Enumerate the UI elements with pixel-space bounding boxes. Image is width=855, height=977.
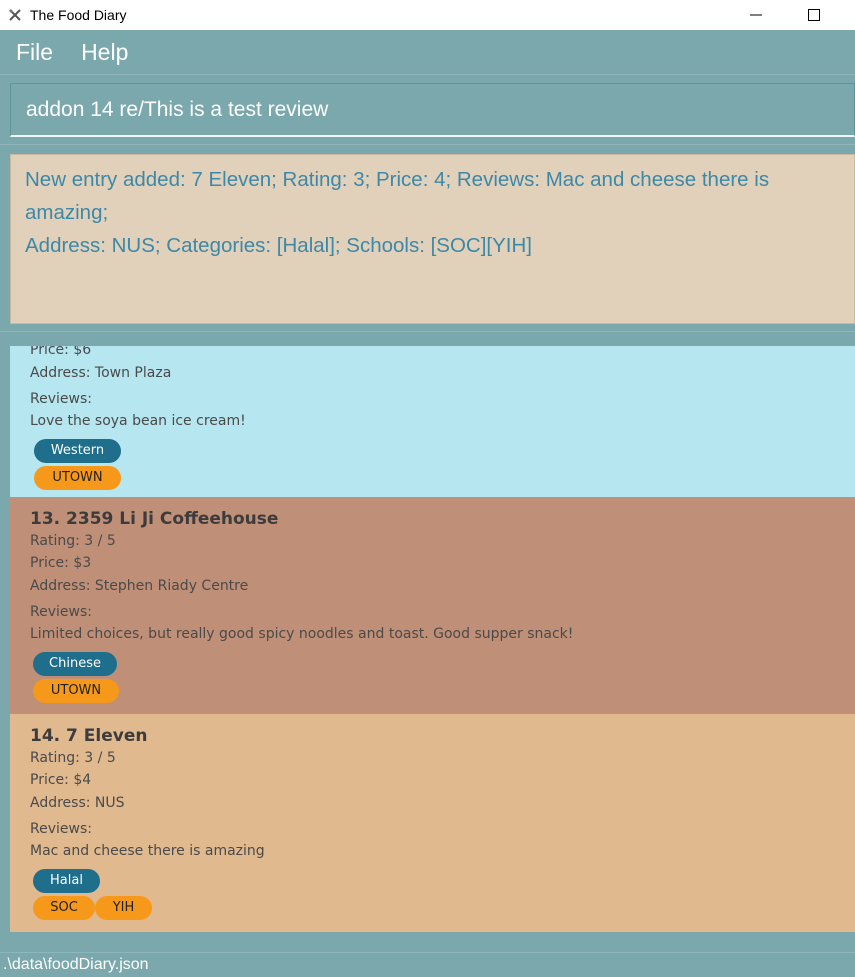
school-tags: SOC YIH	[30, 896, 855, 923]
entry-rating: Rating: 3 / 5	[30, 533, 116, 549]
entry-review: Limited choices, but really good spicy n…	[30, 626, 574, 642]
storage-path: .\data\foodDiary.json	[3, 956, 149, 973]
entry-card[interactable]: 14. 7 Eleven Rating: 3 / 5 Price: $4 Add…	[10, 714, 855, 932]
category-tags: Western	[30, 439, 855, 466]
entry-price: Price: $6	[30, 346, 92, 358]
entry-card[interactable]: Price: $6 Address: Town Plaza Reviews: L…	[10, 346, 855, 497]
title-bar: The Food Diary	[0, 0, 855, 30]
food-diary-icon	[8, 8, 22, 22]
minimize-button[interactable]	[733, 0, 779, 30]
status-bar: .\data\foodDiary.json	[0, 952, 855, 976]
category-tags: Chinese	[30, 652, 855, 679]
window-title: The Food Diary	[30, 7, 127, 23]
maximize-icon	[808, 9, 820, 21]
menu-help[interactable]: Help	[63, 30, 138, 75]
category-tags: Halal	[30, 869, 855, 896]
result-display[interactable]: New entry added: 7 Eleven; Rating: 3; Pr…	[10, 154, 855, 324]
menu-file[interactable]: File	[0, 30, 63, 75]
maximize-button[interactable]	[791, 0, 837, 30]
entry-address: Address: NUS	[30, 795, 125, 811]
entry-review: Love the soya bean ice cream!	[30, 413, 246, 429]
entry-address: Address: Stephen Riady Centre	[30, 578, 249, 594]
entry-card[interactable]: 13. 2359 Li Ji Coffeehouse Rating: 3 / 5…	[10, 497, 855, 714]
menu-bar: File Help	[0, 30, 855, 75]
command-box	[10, 83, 855, 137]
entry-reviews-label: Reviews:	[30, 821, 92, 837]
command-input[interactable]	[11, 84, 854, 135]
category-tag: Halal	[33, 869, 100, 893]
entry-list[interactable]: Price: $6 Address: Town Plaza Reviews: L…	[10, 346, 855, 932]
school-tag: SOC	[33, 896, 95, 920]
entry-reviews-label: Reviews:	[30, 604, 92, 620]
entry-review: Mac and cheese there is amazing	[30, 843, 265, 859]
entry-title: 13. 2359 Li Ji Coffeehouse	[30, 509, 279, 529]
school-tag: UTOWN	[33, 679, 119, 703]
school-tags: UTOWN	[30, 466, 855, 493]
minimize-icon	[750, 14, 762, 16]
result-line-1: New entry added: 7 Eleven; Rating: 3; Pr…	[25, 168, 770, 224]
school-tag: UTOWN	[34, 466, 121, 490]
entry-price: Price: $4	[30, 772, 92, 788]
result-line-2: Address: NUS; Categories: [Halal]; Schoo…	[25, 234, 532, 257]
entry-rating: Rating: 3 / 5	[30, 750, 116, 766]
entry-reviews-label: Reviews:	[30, 391, 92, 407]
category-tag: Western	[34, 439, 121, 463]
school-tags: UTOWN	[30, 679, 855, 706]
result-panel: New entry added: 7 Eleven; Rating: 3; Pr…	[0, 144, 855, 332]
entry-address: Address: Town Plaza	[30, 365, 172, 381]
entry-price: Price: $3	[30, 555, 92, 571]
entry-title: 14. 7 Eleven	[30, 726, 148, 746]
school-tag: YIH	[95, 896, 152, 920]
category-tag: Chinese	[33, 652, 117, 676]
